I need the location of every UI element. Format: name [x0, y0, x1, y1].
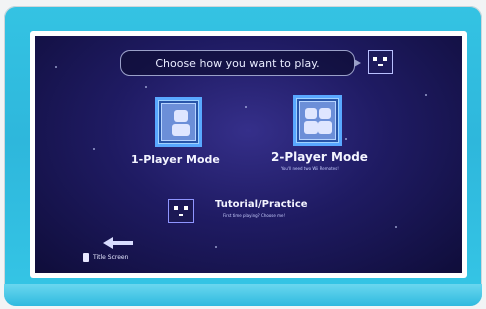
star: [145, 86, 147, 88]
b-button-icon: [83, 252, 89, 262]
star: [395, 226, 397, 228]
back-arrow-icon[interactable]: [101, 236, 135, 250]
player-body: [318, 121, 332, 134]
two-player-icon[interactable]: [293, 95, 342, 146]
star: [215, 246, 217, 248]
tutorial-label[interactable]: Tutorial/Practice: [215, 199, 308, 210]
icon-panel: [161, 103, 196, 141]
player-body: [304, 121, 318, 134]
player-body: [172, 124, 190, 136]
player-head: [174, 110, 188, 122]
prompt-bubble: Choose how you want to play.: [120, 50, 361, 76]
player-head: [319, 108, 331, 119]
tutorial-icon-mouth: [179, 214, 183, 216]
star: [55, 66, 57, 68]
star: [425, 94, 427, 96]
tutorial-subtitle: First time playing? Choose me!: [223, 213, 286, 218]
mascot-eye: [373, 57, 377, 61]
icon-panel: [299, 101, 336, 140]
two-player-subtitle: You'll need two Wii Remotes!: [281, 166, 339, 171]
title-screen-label: Title Screen: [93, 253, 129, 261]
mascot-eye: [383, 57, 387, 61]
star: [93, 148, 95, 150]
frame-bottom-lip: [4, 284, 482, 306]
mascot-icon: [368, 50, 393, 74]
tutorial-icon-eye: [184, 206, 188, 210]
tutorial-icon[interactable]: [168, 199, 194, 223]
two-player-label[interactable]: 2-Player Mode: [271, 150, 368, 164]
mascot-mouth: [378, 64, 383, 66]
one-player-icon[interactable]: [155, 97, 202, 147]
player-head: [305, 108, 317, 119]
game-screen: Choose how you want to play. 1-Player Mo…: [35, 36, 462, 273]
prompt-text: Choose how you want to play.: [155, 56, 320, 70]
star: [245, 106, 247, 108]
title-screen-button[interactable]: Title Screen: [83, 251, 128, 263]
star: [345, 138, 347, 140]
one-player-label[interactable]: 1-Player Mode: [131, 153, 220, 166]
tutorial-icon-eye: [174, 206, 178, 210]
